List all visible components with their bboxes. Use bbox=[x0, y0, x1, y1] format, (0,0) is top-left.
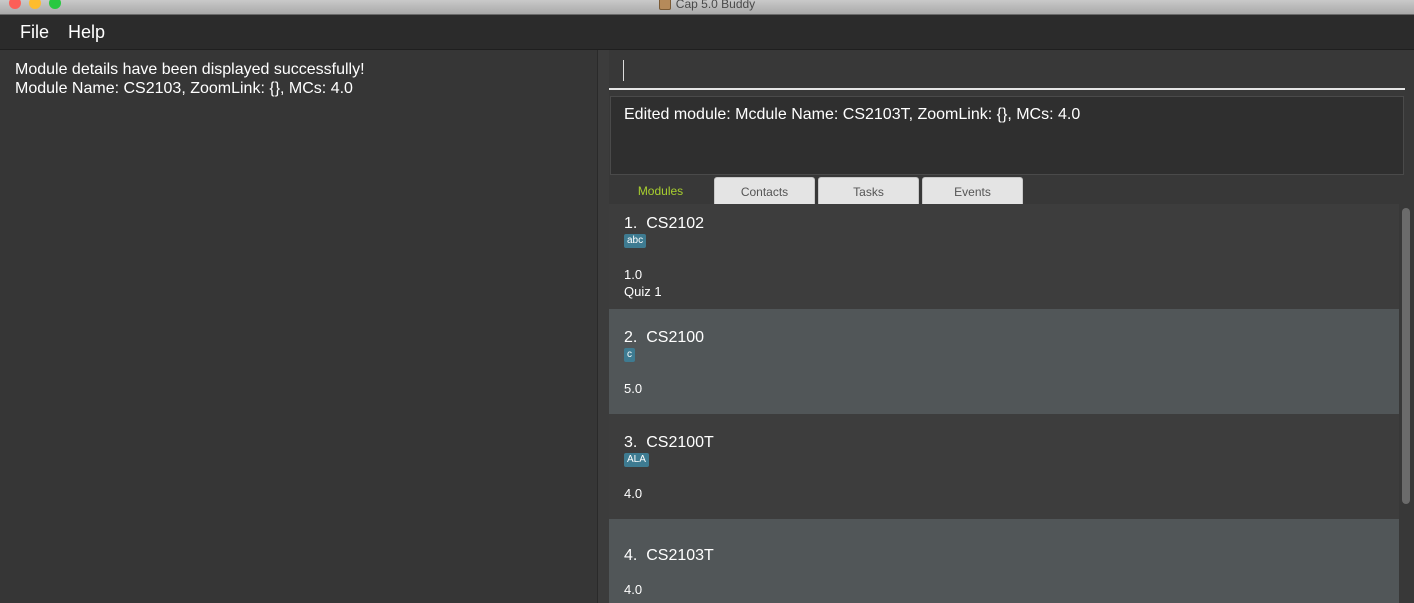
list-item[interactable]: 2. CS2100 c 5.0 bbox=[609, 309, 1399, 414]
window-title: Cap 5.0 Buddy bbox=[675, 0, 756, 11]
module-title: 4. CS2103T bbox=[624, 547, 714, 564]
scrollbar-thumb[interactable] bbox=[1402, 208, 1410, 504]
result-display: Edited module: Mcdule Name: CS2103T, Zoo… bbox=[610, 96, 1404, 175]
result-text: Edited module: Mcdule Name: CS2103T, Zoo… bbox=[624, 106, 1081, 123]
module-detail-panel: Module details have been displayed succe… bbox=[0, 50, 598, 603]
menu-bar: File Help bbox=[0, 15, 1414, 50]
module-mcs: 4.0 bbox=[624, 486, 643, 501]
command-input[interactable] bbox=[609, 50, 1405, 90]
module-mcs: 1.0 bbox=[624, 267, 643, 282]
module-tag: abc bbox=[624, 234, 647, 248]
list-item[interactable]: 4. CS2103T 4.0 bbox=[609, 519, 1399, 603]
list-item[interactable]: 3. CS2100T ALA 4.0 bbox=[609, 414, 1399, 519]
window-title-bar: Cap 5.0 Buddy bbox=[0, 0, 1414, 15]
text-caret bbox=[623, 60, 624, 81]
tab-tasks[interactable]: Tasks bbox=[818, 177, 919, 204]
main-panel: Edited module: Mcdule Name: CS2103T, Zoo… bbox=[609, 50, 1414, 603]
tab-modules[interactable]: Modules bbox=[610, 177, 711, 204]
app-icon bbox=[658, 0, 671, 10]
tab-bar: Modules Contacts Tasks Events bbox=[609, 177, 1409, 204]
module-title: 2. CS2100 bbox=[624, 329, 705, 346]
module-list-scrollbar[interactable] bbox=[1399, 204, 1414, 603]
module-mcs: 4.0 bbox=[624, 582, 643, 597]
tab-events[interactable]: Events bbox=[922, 177, 1023, 204]
module-mcs: 5.0 bbox=[624, 381, 643, 396]
menu-file[interactable]: File bbox=[20, 21, 49, 43]
detail-module-text: Module Name: CS2103, ZoomLink: {}, MCs: … bbox=[15, 80, 353, 97]
module-list: 1. CS2102 abc 1.0 Quiz 1 2. CS2100 c 5.0… bbox=[609, 204, 1399, 603]
module-title: 3. CS2100T bbox=[624, 434, 714, 451]
module-tag: ALA bbox=[624, 453, 649, 467]
menu-help[interactable]: Help bbox=[68, 21, 105, 43]
tab-contacts[interactable]: Contacts bbox=[714, 177, 815, 204]
module-tag: c bbox=[624, 348, 635, 362]
detail-status-text: Module details have been displayed succe… bbox=[15, 61, 365, 78]
module-title: 1. CS2102 bbox=[624, 215, 705, 232]
module-extra: Quiz 1 bbox=[624, 284, 662, 299]
list-item[interactable]: 1. CS2102 abc 1.0 Quiz 1 bbox=[609, 204, 1399, 309]
